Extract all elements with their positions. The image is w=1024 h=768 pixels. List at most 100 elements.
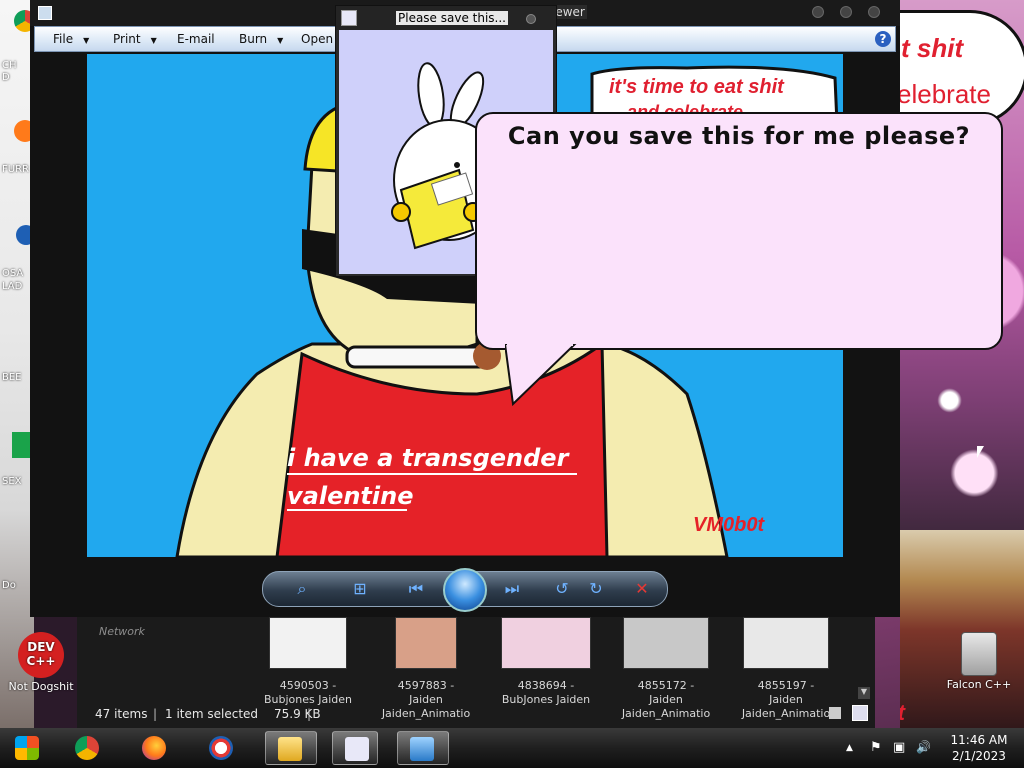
scroll-down-icon[interactable]: ▼	[858, 687, 870, 699]
desktop-label-fragment: LAD	[2, 281, 23, 292]
zoom-icon[interactable]: ⌕	[291, 580, 313, 598]
wallpaper-speech-bubble: t shit elebrate	[900, 10, 1024, 126]
shirt-text-line2: valentine	[287, 482, 414, 510]
desktop-label-fragment: Do	[2, 580, 16, 591]
status-selection: 1 item selected	[165, 707, 259, 721]
rotate-clockwise-icon[interactable]: ↻	[585, 580, 607, 598]
minimize-icon[interactable]	[812, 6, 824, 18]
chrome-icon	[75, 736, 99, 760]
mouse-cursor-icon	[977, 446, 984, 458]
thumbnail-image	[501, 617, 591, 669]
delete-icon[interactable]: ✕	[631, 580, 653, 598]
taskbar-firefox[interactable]	[130, 731, 178, 765]
desktop-label-fragment: OSA	[2, 268, 24, 279]
desktop-label-fragment: BEE	[2, 372, 22, 383]
speech-bubble-tail	[505, 344, 577, 407]
details-view-icon[interactable]	[829, 707, 841, 719]
recycle-bin-icon	[961, 632, 997, 676]
save-window-titlebar[interactable]: Please save this...	[336, 6, 556, 30]
desktop-icon-label: Not Dogshit	[8, 680, 74, 693]
windows-start-icon	[15, 736, 39, 760]
close-icon[interactable]	[868, 6, 880, 18]
dev-cpp-logo-line1: DEV	[27, 640, 55, 654]
desktop-icon-label: Falcon C++	[946, 678, 1012, 691]
desktop-icon-falcon-cpp[interactable]: Falcon C++	[944, 632, 1014, 691]
start-button[interactable]	[3, 731, 51, 765]
taskbar-obama[interactable]	[197, 731, 245, 765]
chevron-down-icon: ▼	[150, 36, 157, 45]
menu-print-label: Print	[113, 32, 141, 46]
next-icon[interactable]: ⏭	[501, 580, 523, 598]
thumbnail-image	[743, 617, 829, 669]
file-name-line1: 4590503 -	[279, 679, 337, 692]
wallpaper-crowd	[900, 530, 1024, 728]
taskbar-photo-viewer[interactable]	[397, 731, 449, 765]
desktop-label-fragment: D	[2, 72, 10, 83]
menu-print[interactable]: Print ▼	[113, 32, 157, 46]
desktop-left-strip: CH D FURR OSA LAD BEE SEX Do	[0, 0, 36, 728]
nav-pane-network[interactable]: Network	[99, 625, 145, 638]
show-hidden-icons-icon[interactable]: ▲	[846, 743, 853, 753]
menu-file[interactable]: File ▼	[53, 32, 89, 46]
dev-cpp-logo-line2: C++	[26, 654, 56, 668]
file-thumbnail[interactable]: 4838694 - BubJones Jaiden	[501, 617, 591, 707]
slideshow-button[interactable]	[443, 568, 487, 612]
speech-bubble-message: Can you save this for me please?	[507, 122, 971, 150]
rotate-counterclockwise-icon[interactable]: ↺	[551, 580, 573, 598]
file-name-line1: 4838694 -	[517, 679, 575, 692]
menu-file-label: File	[53, 32, 74, 46]
menu-open[interactable]: Open	[301, 32, 333, 46]
firefox-icon	[142, 736, 166, 760]
volume-icon[interactable]: 🔊	[916, 740, 931, 754]
previous-icon[interactable]: ⏮	[405, 580, 427, 598]
chevron-down-icon: ▼	[277, 36, 284, 45]
menu-burn[interactable]: Burn ▼	[239, 32, 283, 46]
chevron-down-icon: ▼	[83, 36, 90, 45]
image-signature: VM0b0t	[693, 514, 765, 536]
status-separator: |	[307, 707, 312, 721]
file-explorer-icon	[278, 737, 302, 761]
close-icon[interactable]	[526, 14, 536, 24]
desktop-label-fragment: CH	[2, 60, 17, 71]
file-thumbnail[interactable]: 4590503 - Bubjones Jaiden	[263, 617, 353, 707]
bunny-app-icon	[341, 10, 357, 26]
thumbnail-image	[395, 617, 457, 669]
clock-time: 11:46 AM	[950, 733, 1008, 747]
fit-to-window-icon[interactable]: ⊞	[349, 580, 371, 598]
status-bar: 47 items | 1 item selected 75.9 KB |	[77, 703, 875, 727]
action-center-flag-icon[interactable]: ⚑	[870, 740, 882, 755]
menu-burn-label: Burn	[239, 32, 268, 46]
maximize-icon[interactable]	[840, 6, 852, 18]
taskbar-chrome[interactable]	[63, 731, 111, 765]
wallpaper-signature: b0t	[900, 700, 905, 726]
taskbar-file-explorer[interactable]	[265, 731, 317, 765]
menu-email[interactable]: E-mail	[177, 32, 215, 46]
status-separator: |	[153, 707, 158, 721]
wallpaper-bubble-line2: elebrate	[900, 79, 991, 109]
photo-viewer-app-icon[interactable]	[38, 6, 52, 20]
viewer-toolbar: ⌕ ⊞ ⏮ ⏭ ↺ ↻ ✕	[262, 568, 668, 612]
clock-date: 2/1/2023	[952, 749, 1006, 763]
image-bubble-text-line1: it's time to eat shit	[609, 76, 784, 98]
thumbnail-image	[623, 617, 709, 669]
desktop-label-fragment: FURR	[2, 164, 29, 175]
wallpaper-bubble-line1: t shit	[901, 33, 964, 63]
network-icon[interactable]: ▣	[893, 740, 905, 755]
save-window-title: Please save this...	[396, 11, 508, 25]
desktop-icon-dev-cpp[interactable]: DEV C++ Not Dogshit	[6, 632, 76, 693]
large-icons-view-icon[interactable]	[852, 705, 868, 721]
desktop-right-wallpaper: t shit elebrate b0t	[900, 0, 1024, 728]
system-clock[interactable]: 11:46 AM 2/1/2023	[944, 732, 1014, 764]
taskbar-bunny-app[interactable]	[332, 731, 378, 765]
taskbar: ▲ ⚑ ▣ 🔊 11:46 AM 2/1/2023	[0, 728, 1024, 768]
speech-bubble: Can you save this for me please?	[475, 112, 1003, 407]
shirt-text-line1: i have a transgender	[287, 444, 569, 472]
thumbnail-image	[269, 617, 347, 669]
desktop-label-fragment: SEX	[2, 476, 22, 487]
bunny-app-icon	[345, 737, 369, 761]
status-item-count: 47 items	[95, 707, 148, 721]
dev-cpp-icon: DEV C++	[18, 632, 64, 678]
obama-icon	[209, 736, 233, 760]
file-explorer-window: Network 4590503 - Bubjones Jaiden 459788…	[77, 617, 875, 728]
help-icon[interactable]: ?	[875, 31, 891, 47]
